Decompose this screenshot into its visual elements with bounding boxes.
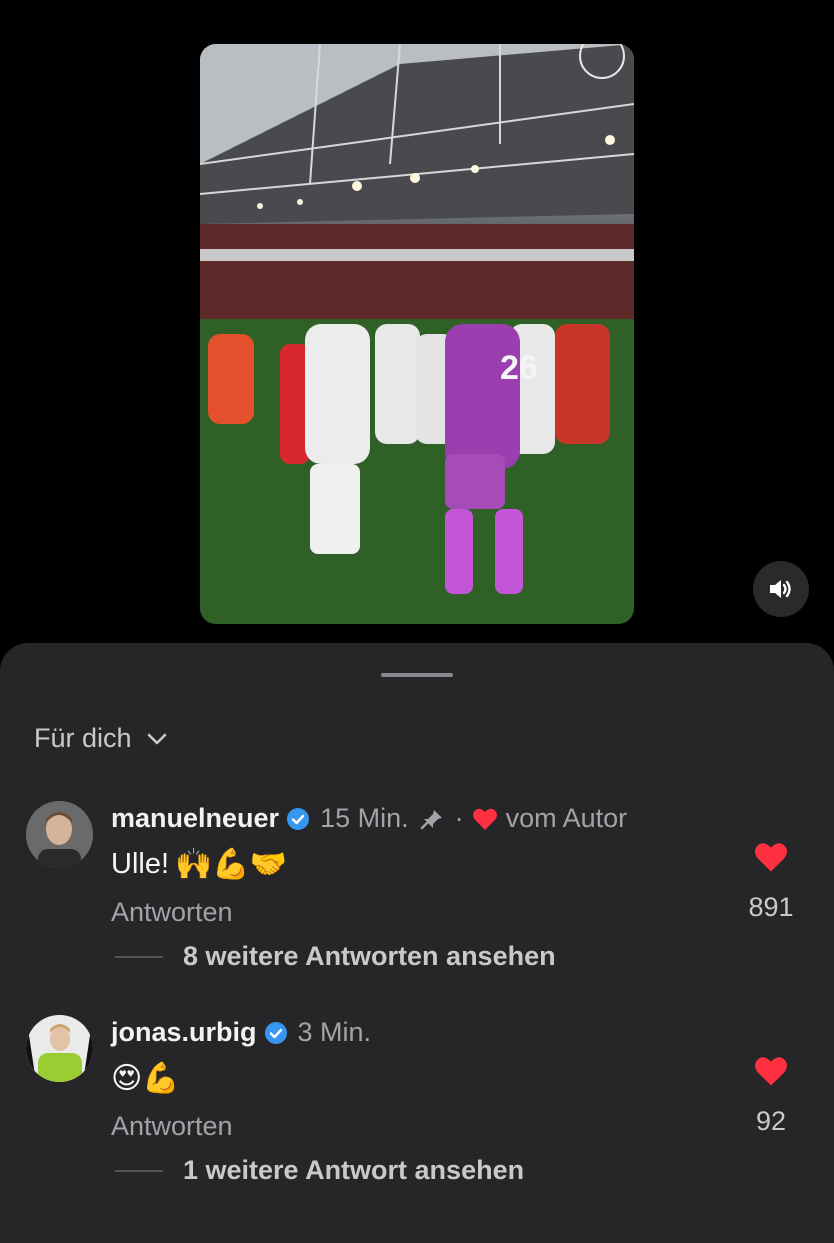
avatar[interactable] xyxy=(26,1015,93,1082)
comment-emojis: 🙌💪🤝 xyxy=(175,847,288,882)
verified-badge-icon xyxy=(264,1021,288,1045)
view-more-replies-button[interactable]: 1 weitere Antwort ansehen xyxy=(115,1155,524,1186)
comment-emojis: 😍💪 xyxy=(111,1061,180,1096)
username[interactable]: jonas.urbig xyxy=(111,1017,257,1048)
like-button[interactable]: 891 xyxy=(741,841,801,923)
like-count: 891 xyxy=(748,892,794,922)
comment-time: 3 Min. xyxy=(297,1017,372,1047)
pin-icon xyxy=(419,807,445,831)
video-frame: 26 xyxy=(200,44,634,624)
comment-filter-dropdown[interactable]: Für dich xyxy=(34,723,168,754)
replies-divider xyxy=(115,1169,163,1172)
replies-divider xyxy=(115,955,163,958)
comment-text: 😍💪 xyxy=(111,1061,180,1096)
heart-icon xyxy=(755,843,787,872)
sheet-drag-handle[interactable] xyxy=(381,673,453,677)
more-replies-label: 1 weitere Antwort ansehen xyxy=(183,1155,525,1185)
heart-icon xyxy=(755,1057,787,1086)
like-button[interactable]: 92 xyxy=(741,1055,801,1137)
reply-button[interactable]: Antworten xyxy=(111,897,233,928)
speaker-icon xyxy=(770,580,791,598)
reel-video[interactable]: 26 xyxy=(200,44,634,624)
player-number: 26 xyxy=(500,349,538,387)
verified-badge-icon xyxy=(286,807,310,831)
comment-text: Ulle! 🙌💪🤝 xyxy=(111,847,287,882)
heart-icon xyxy=(472,807,498,831)
avatar[interactable] xyxy=(26,801,93,868)
username[interactable]: manuelneuer xyxy=(111,803,279,834)
liked-by-author-label: vom Autor xyxy=(505,803,628,833)
reply-button[interactable]: Antworten xyxy=(111,1111,233,1142)
comment-header: jonas.urbig 3 Min. xyxy=(111,1017,371,1048)
comment-time: 15 Min. xyxy=(320,803,409,833)
comments-sheet: Für dich manuelneuer 15 Min. · vom Autor… xyxy=(0,643,834,1243)
sound-toggle-button[interactable] xyxy=(753,561,809,617)
more-replies-label: 8 weitere Antworten ansehen xyxy=(183,941,556,971)
like-count: 92 xyxy=(755,1106,787,1136)
comment-body: Ulle! xyxy=(111,848,170,880)
chevron-down-icon xyxy=(147,733,166,744)
comment-header: manuelneuer 15 Min. · vom Autor xyxy=(111,803,628,834)
view-more-replies-button[interactable]: 8 weitere Antworten ansehen xyxy=(115,941,556,972)
filter-label: Für dich xyxy=(34,723,132,753)
